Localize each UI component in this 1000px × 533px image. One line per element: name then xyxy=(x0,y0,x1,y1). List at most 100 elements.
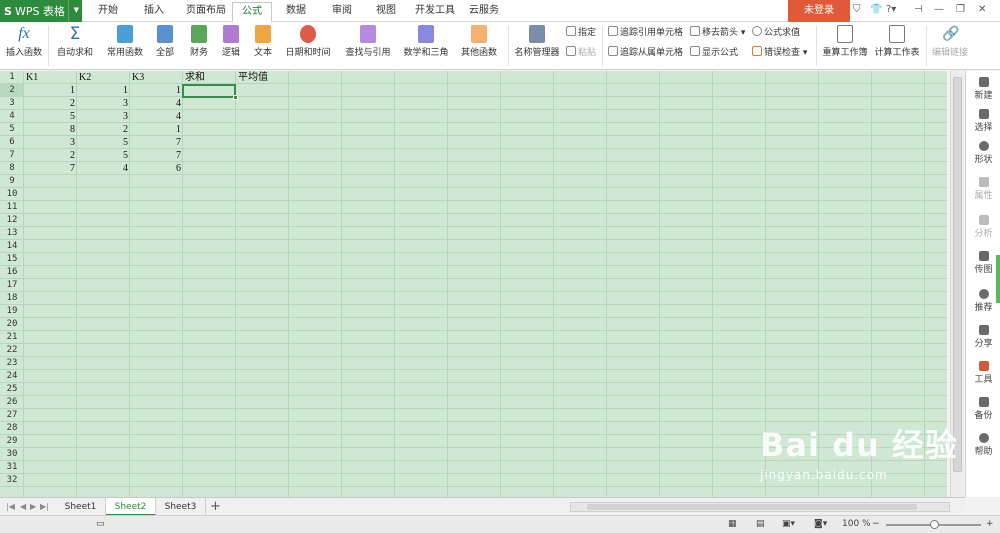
sheet-tab-2[interactable]: Sheet2 xyxy=(106,498,156,516)
edit-links-button[interactable]: 🔗 编辑链接 xyxy=(930,24,970,68)
vertical-scroll-thumb[interactable] xyxy=(953,77,962,472)
pane-new-button[interactable]: 新建 xyxy=(966,77,1000,101)
logic-functions-button[interactable]: 逻辑 xyxy=(216,24,246,68)
zoom-in-icon[interactable]: + xyxy=(986,519,994,529)
lookup-functions-button[interactable]: 查找与引用 xyxy=(340,24,396,68)
table-cell[interactable]: 3 xyxy=(77,110,130,123)
name-manager-button[interactable]: 名称管理器 xyxy=(512,24,562,68)
trace-dependents-button[interactable]: 追踪从属单元格 xyxy=(608,46,683,60)
maximize-icon[interactable]: ❐ xyxy=(956,4,965,15)
page-layout-view-icon[interactable]: ▣▾ xyxy=(782,519,795,529)
tab-review[interactable]: 审阅 xyxy=(322,0,362,22)
common-functions-button[interactable]: 常用函数 xyxy=(102,24,148,68)
text-functions-button[interactable]: 文本 xyxy=(248,24,278,68)
table-cell[interactable]: 1 xyxy=(130,84,183,97)
sheet-tab-3[interactable]: Sheet3 xyxy=(156,498,206,516)
eye-protect-icon[interactable]: ◙▾ xyxy=(814,519,827,529)
table-cell[interactable]: 7 xyxy=(130,149,183,162)
prev-sheet-icon[interactable]: ◀ xyxy=(20,502,26,511)
table-cell[interactable]: 4 xyxy=(130,97,183,110)
table-cell[interactable]: 6 xyxy=(130,162,183,175)
pane-backup-button[interactable]: 备份 xyxy=(966,397,1000,421)
other-functions-button[interactable]: 其他函数 xyxy=(456,24,502,68)
header-cell-k2[interactable]: K2 xyxy=(77,71,130,84)
table-cell[interactable]: 2 xyxy=(77,123,130,136)
show-formulas-button[interactable]: 显示公式 xyxy=(690,46,738,60)
table-cell[interactable]: 5 xyxy=(77,136,130,149)
recalculate-workbook-button[interactable]: 重算工作簿 xyxy=(820,24,870,68)
datetime-functions-button[interactable]: 日期和时间 xyxy=(280,24,336,68)
finance-functions-button[interactable]: 财务 xyxy=(184,24,214,68)
first-sheet-icon[interactable]: |◀ xyxy=(6,502,15,511)
horizontal-scrollbar[interactable] xyxy=(570,502,950,512)
pane-shape-button[interactable]: 形状 xyxy=(966,141,1000,165)
horizontal-scroll-thumb[interactable] xyxy=(587,504,917,510)
specify-button[interactable]: 指定 xyxy=(566,26,596,40)
all-functions-button[interactable]: 全部 xyxy=(150,24,180,68)
close-icon[interactable]: ✕ xyxy=(978,4,986,15)
pane-select-button[interactable]: 选择 xyxy=(966,109,1000,133)
next-sheet-icon[interactable]: ▶ xyxy=(30,502,36,511)
header-cell-sum[interactable]: 求和 xyxy=(183,71,236,84)
shirt-icon[interactable]: 👕 xyxy=(870,4,882,15)
header-cell-k3[interactable]: K3 xyxy=(130,71,183,84)
table-cell[interactable]: 5 xyxy=(24,110,77,123)
table-cell[interactable]: 1 xyxy=(130,123,183,136)
add-sheet-icon[interactable]: + xyxy=(210,499,221,514)
table-cell[interactable]: 3 xyxy=(77,97,130,110)
table-cell[interactable]: 4 xyxy=(77,162,130,175)
table-cell[interactable]: 7 xyxy=(130,136,183,149)
header-cell-k1[interactable]: K1 xyxy=(24,71,77,84)
table-cell[interactable]: 4 xyxy=(130,110,183,123)
fill-handle[interactable] xyxy=(233,95,238,100)
help-icon[interactable]: ?▾ xyxy=(886,4,896,15)
spreadsheet-grid[interactable]: 1 2 3 4 5 6 7 8 9 10 11 12 13 14 15 16 17 18 19 20 21 22 23 24 2… xyxy=(0,71,947,497)
normal-view-icon[interactable]: ▦ xyxy=(728,519,737,529)
table-cell[interactable]: 1 xyxy=(77,84,130,97)
pane-recommend-button[interactable]: 推荐 xyxy=(966,289,1000,313)
table-cell[interactable]: 2 xyxy=(24,149,77,162)
trace-precedents-button[interactable]: 追踪引用单元格 xyxy=(608,26,683,40)
paste-name-button[interactable]: 粘贴 xyxy=(566,46,596,60)
tab-insert[interactable]: 插入 xyxy=(134,0,174,22)
calculate-sheet-button[interactable]: 计算工作表 xyxy=(872,24,922,68)
skin-icon[interactable]: ⛉ xyxy=(853,4,861,15)
tab-developer[interactable]: 开发工具 xyxy=(410,0,460,22)
pane-image-button[interactable]: 传图 xyxy=(966,251,1000,275)
app-menu-button[interactable]: S WPS 表格 ▼ xyxy=(0,0,82,22)
insert-function-button[interactable]: fx 插入函数 xyxy=(4,24,44,68)
last-sheet-icon[interactable]: ▶| xyxy=(40,502,49,511)
page-break-view-icon[interactable]: ▤ xyxy=(756,519,765,529)
pane-help-button[interactable]: 帮助 xyxy=(966,433,1000,457)
autosum-button[interactable]: Σ 自动求和 xyxy=(52,24,98,68)
vertical-scrollbar[interactable] xyxy=(950,71,964,497)
table-cell[interactable]: 7 xyxy=(24,162,77,175)
pin-icon[interactable]: ⊣ xyxy=(914,4,923,15)
login-button[interactable]: 未登录 xyxy=(788,0,850,22)
table-cell[interactable]: 1 xyxy=(24,84,77,97)
header-cell-average[interactable]: 平均值 xyxy=(236,71,289,84)
zoom-slider-knob[interactable] xyxy=(930,520,939,529)
math-functions-button[interactable]: 数学和三角 xyxy=(398,24,454,68)
tab-home[interactable]: 开始 xyxy=(88,0,128,22)
pane-tools-button[interactable]: 工具 xyxy=(966,361,1000,385)
table-cell[interactable]: 2 xyxy=(24,97,77,110)
table-cell[interactable]: 8 xyxy=(24,123,77,136)
tab-data[interactable]: 数据 xyxy=(276,0,316,22)
table-cell[interactable]: 5 xyxy=(77,149,130,162)
error-checking-button[interactable]: 错误检查 ▾ xyxy=(752,46,807,60)
sheet-tab-1[interactable]: Sheet1 xyxy=(56,498,106,516)
remove-arrows-button[interactable]: 移去箭头 ▾ xyxy=(690,26,745,40)
tab-formulas[interactable]: 公式 xyxy=(232,2,272,23)
minimize-icon[interactable]: — xyxy=(934,4,944,15)
pane-share-button[interactable]: 分享 xyxy=(966,325,1000,349)
pane-collapse-handle[interactable] xyxy=(996,255,1000,303)
pane-analysis-button[interactable]: 分析 xyxy=(966,215,1000,239)
selected-cell-d2[interactable] xyxy=(182,84,238,100)
tab-cloud[interactable]: 云服务 xyxy=(464,0,504,22)
table-cell[interactable]: 3 xyxy=(24,136,77,149)
pane-properties-button[interactable]: 属性 xyxy=(966,177,1000,201)
tab-view[interactable]: 视图 xyxy=(366,0,406,22)
evaluate-formula-button[interactable]: 公式求值 xyxy=(752,26,800,40)
zoom-out-icon[interactable]: − xyxy=(872,519,880,529)
